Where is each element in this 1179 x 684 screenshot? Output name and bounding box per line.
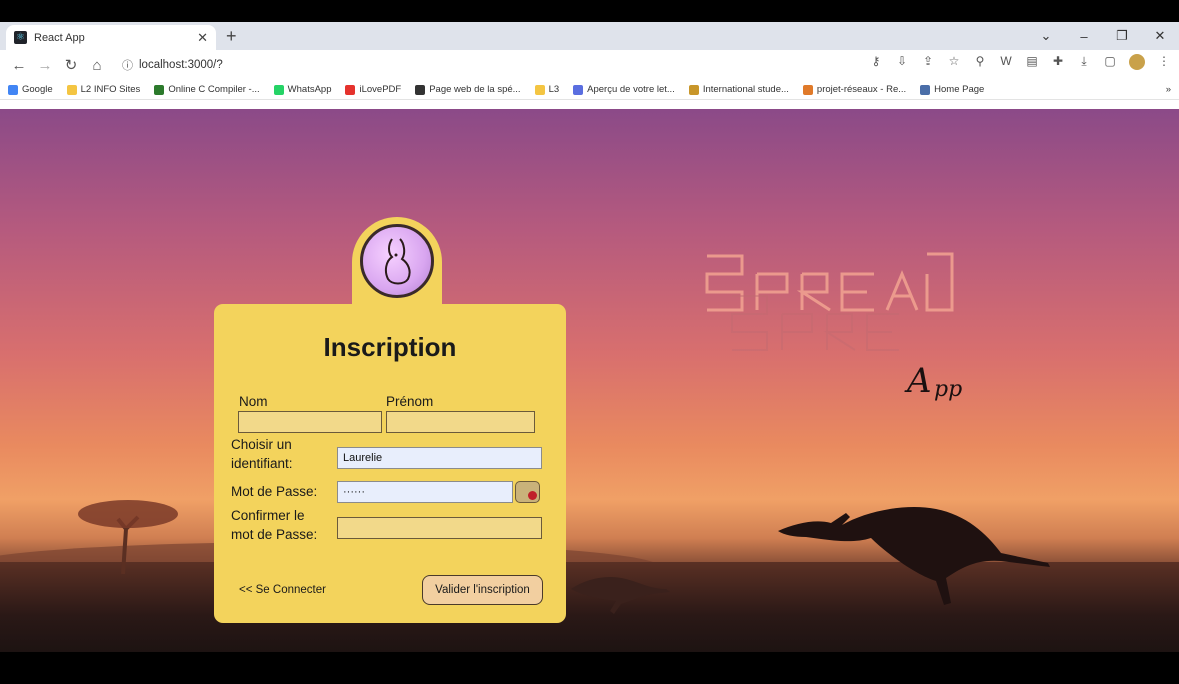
back-icon[interactable]: ← [8,57,30,74]
bookmark-icon [688,84,699,95]
svg-text:A: A [904,361,932,401]
zoom-icon[interactable]: ⚲ [973,54,987,70]
bookmark-item[interactable]: Online C Compiler -... [154,84,260,95]
bookmark-item[interactable]: Aperçu de votre let... [573,84,675,95]
bookmark-label: International stude... [702,84,789,95]
bookmark-icon [534,84,545,95]
bookmark-item[interactable]: Home Page [920,84,984,95]
bookmark-label: Page web de la spé... [429,84,521,95]
login-link[interactable]: << Se Connecter [239,584,326,596]
bookmarks-more-icon[interactable]: » [1166,84,1171,95]
toggle-password-icon[interactable] [515,481,540,503]
prenom-label: Prénom [386,394,434,409]
bookmark-label: L3 [548,84,560,95]
document-icon[interactable]: ▤ [1025,54,1039,70]
share-icon[interactable]: ⇪ [921,54,935,70]
confirm-label-line2: mot de Passe: [231,527,318,542]
small-kangaroo-illustration [571,577,670,614]
profile-avatar[interactable] [1129,54,1145,70]
restore-icon[interactable]: ❐ [1103,28,1141,44]
bookmark-icon [66,84,77,95]
spread-app-logo: A pp [705,252,962,402]
bookmark-label: projet-réseaux - Re... [816,84,907,95]
identifiant-input[interactable] [337,447,542,469]
video-frame: ⚛ React App ✕ + ⌄ – ❐ ✕ ← → ↻ ⌂ ⓘ localh… [0,0,1179,684]
bookmark-icon [273,84,284,95]
app-background: A pp Inscription Nom Prénom Choisir un i… [0,109,1179,652]
rabbit-avatar-icon [360,224,434,298]
tab-strip: ⚛ React App ✕ + ⌄ – ❐ ✕ [0,22,1179,50]
react-favicon-icon: ⚛ [14,31,27,44]
tab-react-app[interactable]: ⚛ React App ✕ [6,25,216,50]
bookmark-item[interactable]: WhatsApp [273,84,332,95]
bookmark-item[interactable]: projet-réseaux - Re... [802,84,907,95]
bookmark-label: WhatsApp [287,84,332,95]
large-kangaroo-illustration [778,506,1050,605]
window-controls: ⌄ – ❐ ✕ [1027,22,1179,50]
home-icon[interactable]: ⌂ [86,57,108,74]
url-text: localhost:3000/? [139,59,223,71]
bookmark-item[interactable]: L2 INFO Sites [66,84,141,95]
bookmark-label: iLovePDF [359,84,402,95]
bookmark-item[interactable]: iLovePDF [345,84,401,95]
close-tab-icon[interactable]: ✕ [197,30,208,46]
bookmark-icon [920,84,931,95]
info-icon[interactable]: ⓘ [122,57,133,73]
forward-icon[interactable]: → [34,57,56,74]
menu-icon[interactable]: ⋮ [1157,54,1171,70]
nom-label: Nom [239,394,268,409]
puzzle-icon[interactable]: ✚ [1051,54,1065,70]
download-icon[interactable]: ⤓ [1077,54,1091,70]
password-input[interactable] [337,481,513,503]
identifiant-label-line1: Choisir un [231,437,292,452]
close-window-icon[interactable]: ✕ [1141,28,1179,44]
tab-title: React App [34,31,85,44]
svg-text:pp: pp [934,377,962,402]
bookmark-label: Aperçu de votre let... [587,84,675,95]
bookmark-icon [345,84,356,95]
browser-window: ⚛ React App ✕ + ⌄ – ❐ ✕ ← → ↻ ⌂ ⓘ localh… [0,22,1179,652]
bookmarks-bar: Google L2 INFO Sites Online C Compiler -..… [0,80,1179,100]
bookmark-icon [802,84,813,95]
bookmark-label: Online C Compiler -... [168,84,260,95]
bookmark-item[interactable]: Google [8,84,53,95]
bookmark-icon [8,84,18,95]
form-title: Inscription [323,332,457,362]
star-icon[interactable]: ☆ [947,54,961,70]
password-label: Mot de Passe: [231,484,318,499]
sidepanel-icon[interactable]: ▢ [1103,54,1117,70]
bookmark-item[interactable]: International stude... [688,84,789,95]
identifiant-label-line2: identifiant: [231,456,293,471]
minimize-icon[interactable]: – [1065,29,1103,44]
bookmark-icon [415,84,426,95]
install-icon[interactable]: ⇩ [895,54,909,70]
bookmark-icon [573,84,584,95]
registration-card: Inscription Nom Prénom Choisir un identi… [214,304,566,623]
confirm-label-line1: Confirmer le [231,508,305,523]
new-tab-icon[interactable]: + [226,26,237,47]
extensions-area: ⚷ ⇩ ⇪ ☆ ⚲ W ▤ ✚ ⤓ ▢ ⋮ [869,54,1171,70]
submit-registration-button[interactable]: Valider l'inscription [422,575,543,605]
prenom-input[interactable] [386,411,535,433]
tree-left-illustration [78,500,178,574]
chevron-down-icon[interactable]: ⌄ [1027,28,1065,44]
address-bar[interactable]: ⓘ localhost:3000/? [122,54,822,76]
bookmark-label: L2 INFO Sites [80,84,141,95]
wikipedia-icon[interactable]: W [999,54,1013,70]
key-icon[interactable]: ⚷ [869,54,883,70]
nom-input[interactable] [238,411,382,433]
bookmark-label: Home Page [934,84,985,95]
bookmark-item[interactable]: L3 [534,84,560,95]
reload-icon[interactable]: ↻ [60,56,82,74]
bookmark-icon [154,84,165,95]
bookmark-label: Google [22,84,53,95]
bookmark-item[interactable]: Page web de la spé... [415,84,521,95]
confirm-password-input[interactable] [337,517,542,539]
